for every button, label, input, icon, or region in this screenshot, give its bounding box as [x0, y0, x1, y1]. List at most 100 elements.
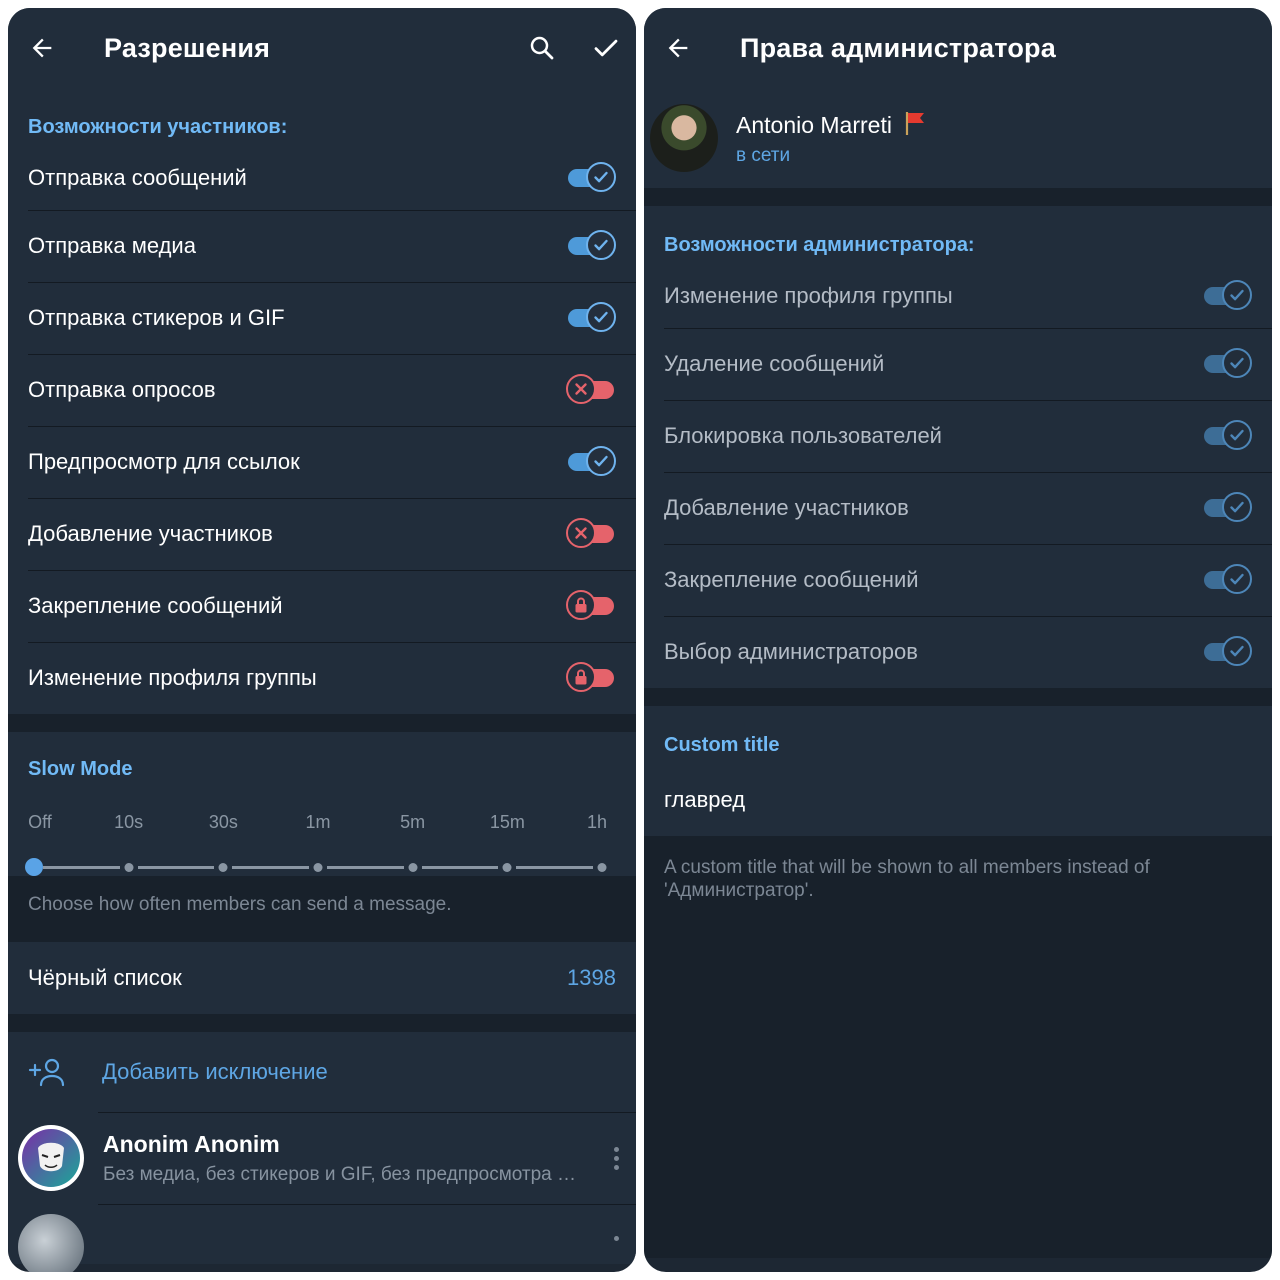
admin-right-toggle[interactable]	[1202, 560, 1252, 600]
admin-right-label: Добавление участников	[664, 495, 909, 520]
admin-right-row[interactable]: Удаление сообщений	[644, 328, 1272, 400]
permission-label: Отправка медиа	[28, 233, 196, 258]
section-header: Возможности участников:	[28, 116, 288, 138]
app-bar: Права администратора	[644, 8, 1272, 88]
toggle-knob	[1222, 348, 1252, 378]
check-icon	[1230, 573, 1244, 585]
permission-toggle[interactable]	[566, 658, 616, 698]
permission-toggle[interactable]	[566, 442, 616, 482]
slow-mode-option-label: 30s	[208, 812, 238, 832]
lock-icon	[575, 669, 587, 685]
check-icon	[594, 239, 608, 251]
slow-mode-slider[interactable]	[25, 842, 616, 892]
back-button[interactable]	[24, 30, 60, 66]
blacklist-row[interactable]: Чёрный список 1398	[8, 942, 636, 1014]
avatar	[18, 1125, 84, 1191]
profile-info: Antonio Marreti в сети	[736, 110, 928, 167]
arrow-left-icon	[32, 38, 52, 58]
toggle-knob	[566, 590, 596, 620]
user-info: Anonim Anonim Без медиа, без стикеров и …	[103, 1131, 606, 1186]
search-button[interactable]	[522, 28, 562, 68]
confirm-button[interactable]	[586, 28, 626, 68]
permission-toggle[interactable]	[566, 586, 616, 626]
slow-mode-option-label: 1m	[305, 812, 331, 832]
toggle-knob	[1222, 564, 1252, 594]
slider-thumb[interactable]	[25, 858, 43, 876]
permission-row[interactable]: Изменение профиля группы	[8, 642, 636, 714]
permission-row[interactable]: Отправка сообщений	[8, 146, 636, 210]
profile-row[interactable]: Antonio Marreti в сети	[644, 88, 1272, 188]
admin-right-label: Изменение профиля группы	[664, 283, 953, 308]
divider	[8, 1014, 636, 1032]
admin-right-toggle[interactable]	[1202, 344, 1252, 384]
close-icon	[575, 527, 587, 539]
slider-tick	[597, 863, 607, 872]
close-icon	[575, 383, 587, 395]
permission-toggle[interactable]	[566, 370, 616, 410]
user-name: Anonim Anonim	[103, 1130, 280, 1157]
permissions-list: Отправка сообщений Отправка медиа Отправка…	[8, 146, 636, 714]
custom-title-header: Custom title	[664, 734, 780, 756]
admin-right-toggle[interactable]	[1202, 276, 1252, 316]
slow-mode-option-label: 10s	[114, 812, 144, 832]
divider	[644, 688, 1272, 706]
admin-right-row[interactable]: Блокировка пользователей	[644, 400, 1272, 472]
permissions-screen: Разрешения Возможности участников: Отпра…	[8, 8, 636, 1272]
anonymous-mask-icon	[22, 1129, 80, 1187]
slider-track-segment	[327, 866, 404, 869]
member-permissions-section: Возможности участников: Отправка сообщен…	[8, 88, 636, 714]
toggle-knob	[1222, 420, 1252, 450]
permission-toggle[interactable]	[566, 514, 616, 554]
more-options-icon[interactable]	[606, 1236, 626, 1241]
permission-row[interactable]: Отправка медиа	[8, 210, 636, 282]
divider	[8, 714, 636, 732]
slow-mode-option-label: 5m	[400, 812, 426, 832]
back-button[interactable]	[660, 30, 696, 66]
permission-toggle[interactable]	[566, 298, 616, 338]
admin-right-toggle[interactable]	[1202, 416, 1252, 456]
permission-row[interactable]: Добавление участников	[8, 498, 636, 570]
lock-icon	[575, 597, 587, 613]
slider-track-segment	[43, 866, 120, 869]
permission-toggle[interactable]	[566, 158, 616, 198]
admin-right-row[interactable]: Закрепление сообщений	[644, 544, 1272, 616]
permission-row[interactable]: Закрепление сообщений	[8, 570, 636, 642]
add-user-icon	[28, 1058, 65, 1087]
permission-row[interactable]: Предпросмотр для ссылок	[8, 426, 636, 498]
avatar	[650, 104, 718, 172]
permission-label: Закрепление сообщений	[28, 593, 283, 618]
admin-right-row[interactable]: Выбор администраторов	[644, 616, 1272, 688]
more-options-icon[interactable]	[606, 1146, 626, 1170]
check-icon	[1230, 357, 1244, 369]
add-exception-button[interactable]: Добавить исключение	[8, 1032, 636, 1112]
page-title: Разрешения	[104, 32, 271, 63]
admin-right-row[interactable]: Изменение профиля группы	[644, 264, 1272, 328]
user-name-line: Antonio Marreti	[736, 110, 928, 139]
admin-right-toggle[interactable]	[1202, 632, 1252, 672]
toggle-knob	[566, 518, 596, 548]
permission-label: Отправка стикеров и GIF	[28, 305, 285, 330]
permission-toggle[interactable]	[566, 226, 616, 266]
section-header: Возможности администратора:	[664, 234, 975, 256]
admin-right-label: Блокировка пользователей	[664, 423, 942, 448]
toggle-knob	[566, 662, 596, 692]
slider-tick	[313, 863, 323, 872]
exception-item[interactable]: Anonim Anonim Без медиа, без стикеров и …	[8, 1112, 636, 1204]
admin-right-label: Закрепление сообщений	[664, 567, 919, 592]
checkmark-icon	[594, 39, 618, 57]
admin-right-toggle[interactable]	[1202, 488, 1252, 528]
permission-label: Отправка опросов	[28, 377, 216, 402]
admin-rights-screen: Права администратора Antonio Marreti в с…	[644, 8, 1272, 1272]
exception-item[interactable]	[8, 1204, 636, 1272]
custom-title-input[interactable]: главред	[644, 764, 1272, 836]
permission-row[interactable]: Отправка опросов	[8, 354, 636, 426]
slider-track-segment	[232, 866, 309, 869]
check-icon	[1230, 429, 1244, 441]
toggle-knob	[586, 162, 616, 192]
admin-rights-section: Возможности администратора: Изменение пр…	[644, 206, 1272, 688]
app-bar: Разрешения	[8, 8, 636, 88]
admin-right-row[interactable]: Добавление участников	[644, 472, 1272, 544]
permission-row[interactable]: Отправка стикеров и GIF	[8, 282, 636, 354]
slow-mode-option-label: Off	[28, 812, 52, 832]
slow-mode-section: Slow Mode Off 10s 30s 1m 5m 15m 1h	[8, 732, 636, 876]
